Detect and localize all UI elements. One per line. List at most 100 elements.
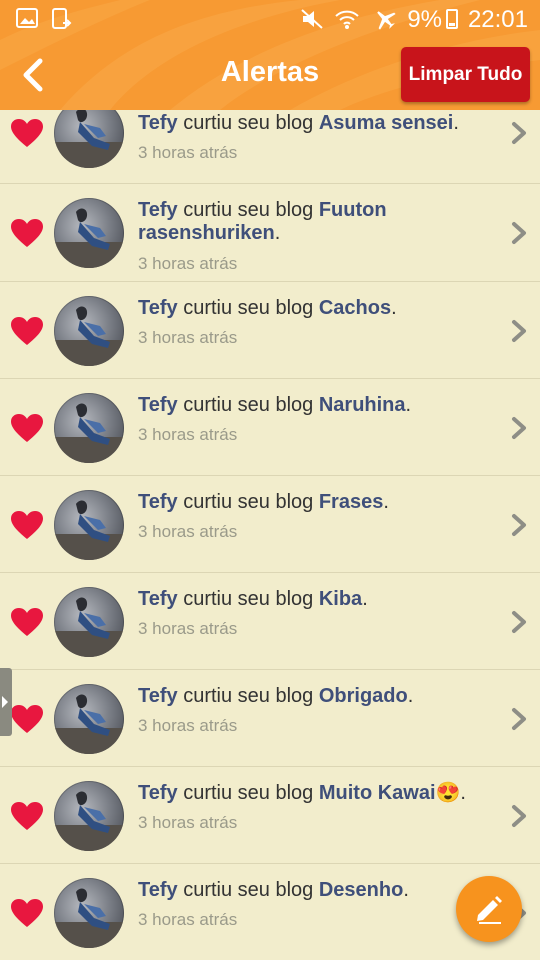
notification-row[interactable]: Tefy curtiu seu blog Muito Kawai😍. 3 hor… (0, 767, 540, 864)
chevron-right-icon[interactable] (508, 609, 530, 635)
notification-row[interactable]: Tefy curtiu seu blog Obrigado. 3 horas a… (0, 670, 540, 767)
clear-all-button[interactable]: Limpar Tudo (401, 47, 530, 102)
heart-icon[interactable] (10, 704, 44, 734)
notification-time: 3 horas atrás (138, 254, 238, 273)
text-end: . (405, 394, 412, 416)
heart-icon[interactable] (10, 801, 44, 831)
phone-notification-icon (52, 8, 72, 29)
blog-title[interactable]: Naruhina (319, 394, 406, 416)
notification-row[interactable]: Tefy curtiu seu blog Asuma sensei. 3 hor… (0, 110, 540, 184)
notification-time: 3 horas atrás (138, 328, 238, 347)
avatar[interactable] (54, 198, 124, 268)
action-text: curtiu seu blog (177, 199, 319, 221)
notification-time: 3 horas atrás (138, 143, 238, 162)
blog-title[interactable]: Obrigado (319, 685, 408, 707)
blog-title[interactable]: Frases (319, 491, 384, 513)
battery-percent: 9% (407, 6, 442, 33)
notification-text: Tefy curtiu seu blog Desenho. (138, 879, 493, 902)
status-bar: 9% 22:01 (0, 0, 540, 38)
notification-time: 3 horas atrás (138, 910, 238, 929)
notification-time: 3 horas atrás (138, 522, 238, 541)
text-end: . (362, 588, 368, 610)
compose-button[interactable] (456, 876, 522, 942)
status-time: 22:01 (467, 6, 528, 33)
notification-text: Tefy curtiu seu blog Cachos. (138, 297, 493, 320)
avatar[interactable] (54, 781, 124, 851)
action-text: curtiu seu blog (177, 782, 319, 804)
notification-text: Tefy curtiu seu blog Naruhina. (138, 394, 493, 417)
action-text: curtiu seu blog (177, 588, 319, 610)
avatar[interactable] (54, 296, 124, 366)
notification-time: 3 horas atrás (138, 619, 238, 638)
heart-icon[interactable] (10, 316, 44, 346)
notification-row[interactable]: Tefy curtiu seu blog Fuuton rasenshurike… (0, 184, 540, 282)
chevron-right-icon[interactable] (508, 120, 530, 146)
notification-time: 3 horas atrás (138, 813, 238, 832)
avatar[interactable] (54, 110, 124, 168)
notification-time: 3 horas atrás (138, 425, 238, 444)
notification-list: Tefy curtiu seu blog Asuma sensei. 3 hor… (0, 110, 540, 960)
notification-row[interactable]: Tefy curtiu seu blog Naruhina. 3 horas a… (0, 379, 540, 476)
notification-text: Tefy curtiu seu blog Muito Kawai😍. (138, 782, 493, 805)
notification-text: Tefy curtiu seu blog Obrigado. (138, 685, 493, 708)
battery-icon (446, 9, 458, 29)
user-name[interactable]: Tefy (138, 685, 178, 707)
action-text: curtiu seu blog (177, 394, 319, 416)
app-header: 9% 22:01 Alertas Limpar Tudo (0, 0, 540, 110)
action-text: curtiu seu blog (177, 297, 319, 319)
chevron-right-icon[interactable] (508, 318, 530, 344)
avatar[interactable] (54, 490, 124, 560)
heart-icon[interactable] (10, 413, 44, 443)
notification-text: Tefy curtiu seu blog Kiba. (138, 588, 493, 611)
heart-icon[interactable] (10, 607, 44, 637)
notification-text: Tefy curtiu seu blog Frases. (138, 491, 493, 514)
text-end: . (460, 782, 466, 804)
user-name[interactable]: Tefy (138, 394, 178, 416)
heart-icon[interactable] (10, 510, 44, 540)
blog-title[interactable]: Desenho (319, 879, 403, 901)
user-name[interactable]: Tefy (138, 297, 178, 319)
action-text: curtiu seu blog (177, 879, 319, 901)
user-name[interactable]: Tefy (138, 782, 178, 804)
text-end: . (274, 222, 281, 244)
blog-title[interactable]: Kiba (319, 588, 362, 610)
airplane-mode-icon (377, 11, 396, 30)
notification-time: 3 horas atrás (138, 716, 238, 735)
text-end: . (453, 112, 459, 134)
mute-icon (301, 9, 323, 29)
chevron-right-icon[interactable] (508, 706, 530, 732)
action-text: curtiu seu blog (177, 112, 319, 134)
wifi-icon (335, 10, 359, 29)
avatar[interactable] (54, 393, 124, 463)
user-name[interactable]: Tefy (138, 491, 178, 513)
notification-text: Tefy curtiu seu blog Fuuton rasenshurike… (138, 199, 493, 245)
action-text: curtiu seu blog (177, 685, 319, 707)
blog-title[interactable]: Asuma sensei (319, 112, 454, 134)
avatar[interactable] (54, 878, 124, 948)
heart-icon[interactable] (10, 118, 44, 148)
image-notification-icon (16, 8, 38, 28)
avatar[interactable] (54, 684, 124, 754)
heart-icon[interactable] (10, 898, 44, 928)
user-name[interactable]: Tefy (138, 112, 178, 134)
user-name[interactable]: Tefy (138, 588, 178, 610)
text-end: . (383, 491, 389, 513)
avatar[interactable] (54, 587, 124, 657)
chevron-right-icon[interactable] (508, 803, 530, 829)
chevron-right-icon[interactable] (508, 220, 530, 246)
side-drawer-handle[interactable] (0, 668, 12, 736)
chevron-right-icon[interactable] (508, 512, 530, 538)
user-name[interactable]: Tefy (138, 199, 178, 221)
chevron-right-icon[interactable] (508, 415, 530, 441)
blog-title[interactable]: Muito Kawai😍 (319, 782, 461, 804)
text-end: . (391, 297, 397, 319)
text-end: . (407, 685, 414, 707)
pencil-icon (477, 896, 502, 924)
blog-title[interactable]: Cachos (319, 297, 391, 319)
notification-row[interactable]: Tefy curtiu seu blog Kiba. 3 horas atrás (0, 573, 540, 670)
heart-icon[interactable] (10, 218, 44, 248)
notification-text: Tefy curtiu seu blog Asuma sensei. (138, 112, 493, 135)
notification-row[interactable]: Tefy curtiu seu blog Frases. 3 horas atr… (0, 476, 540, 573)
user-name[interactable]: Tefy (138, 879, 178, 901)
notification-row[interactable]: Tefy curtiu seu blog Cachos. 3 horas atr… (0, 282, 540, 379)
